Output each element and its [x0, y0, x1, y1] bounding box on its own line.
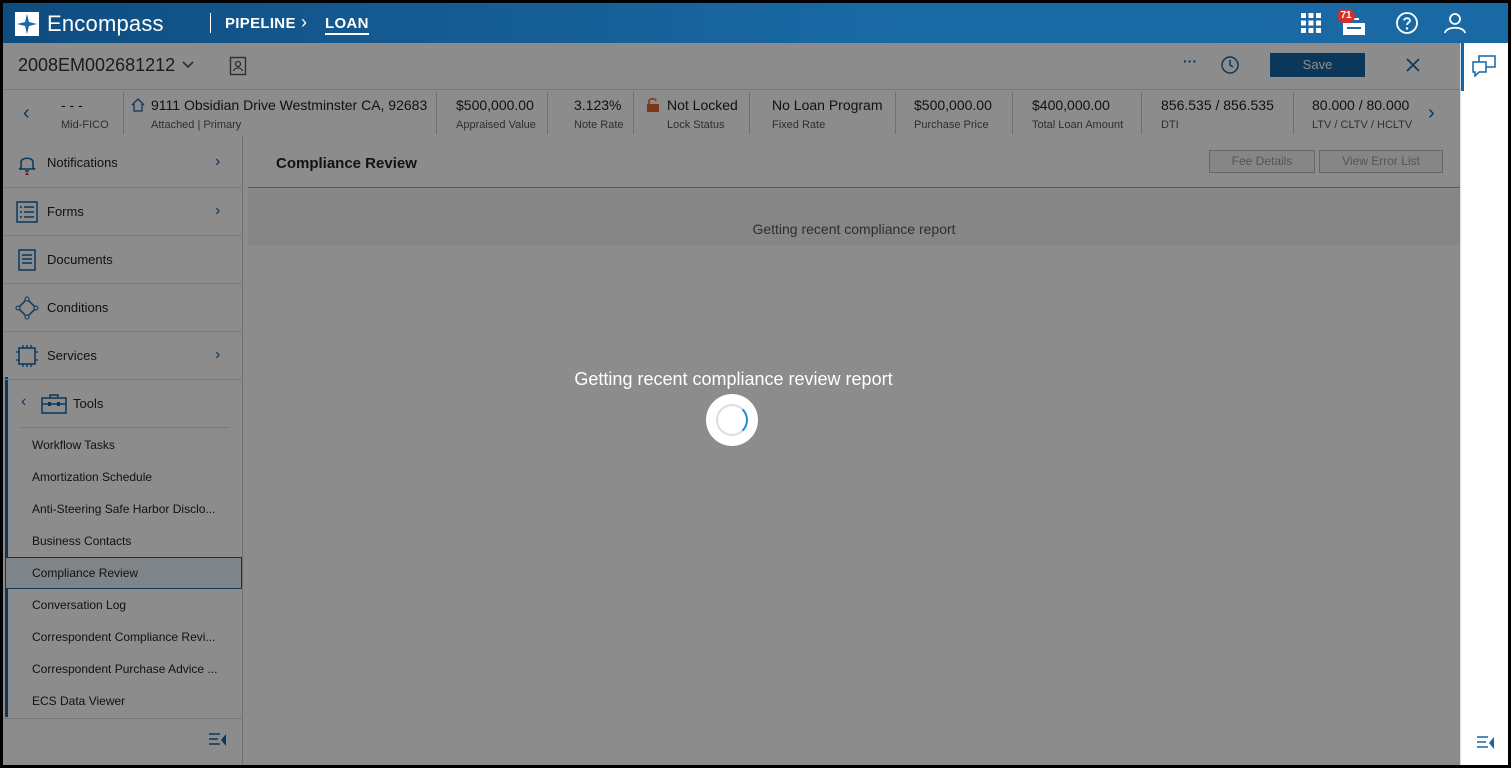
conversation-icon[interactable] — [1471, 54, 1497, 78]
help-icon[interactable] — [1395, 11, 1419, 35]
user-profile-icon[interactable] — [1443, 11, 1467, 35]
collapse-rail-icon[interactable] — [1476, 734, 1496, 752]
app-window: Encompass PIPELINE › LOAN 71 2008EM00268… — [3, 3, 1508, 765]
breadcrumb-pipeline[interactable]: PIPELINE — [225, 15, 296, 32]
rail-active-indicator — [1461, 43, 1464, 91]
encompass-logo-icon — [15, 12, 39, 36]
apps-grid-icon[interactable] — [1299, 11, 1323, 35]
spinner-ring — [716, 404, 748, 436]
breadcrumb-loan[interactable]: LOAN — [325, 15, 369, 35]
brand-name: Encompass — [47, 11, 164, 36]
right-rail — [1460, 43, 1508, 765]
loading-spinner — [706, 394, 758, 446]
breadcrumb-chevron-icon: › — [301, 12, 308, 32]
divider — [210, 13, 211, 33]
loading-overlay: Getting recent compliance review report — [3, 43, 1460, 765]
brand-logo[interactable]: Encompass — [15, 11, 164, 37]
inbox-button[interactable]: 71 — [1337, 9, 1367, 37]
top-bar: Encompass PIPELINE › LOAN 71 — [3, 3, 1508, 43]
loading-message: Getting recent compliance review report — [574, 369, 893, 389]
notification-count-badge: 71 — [1337, 9, 1355, 23]
